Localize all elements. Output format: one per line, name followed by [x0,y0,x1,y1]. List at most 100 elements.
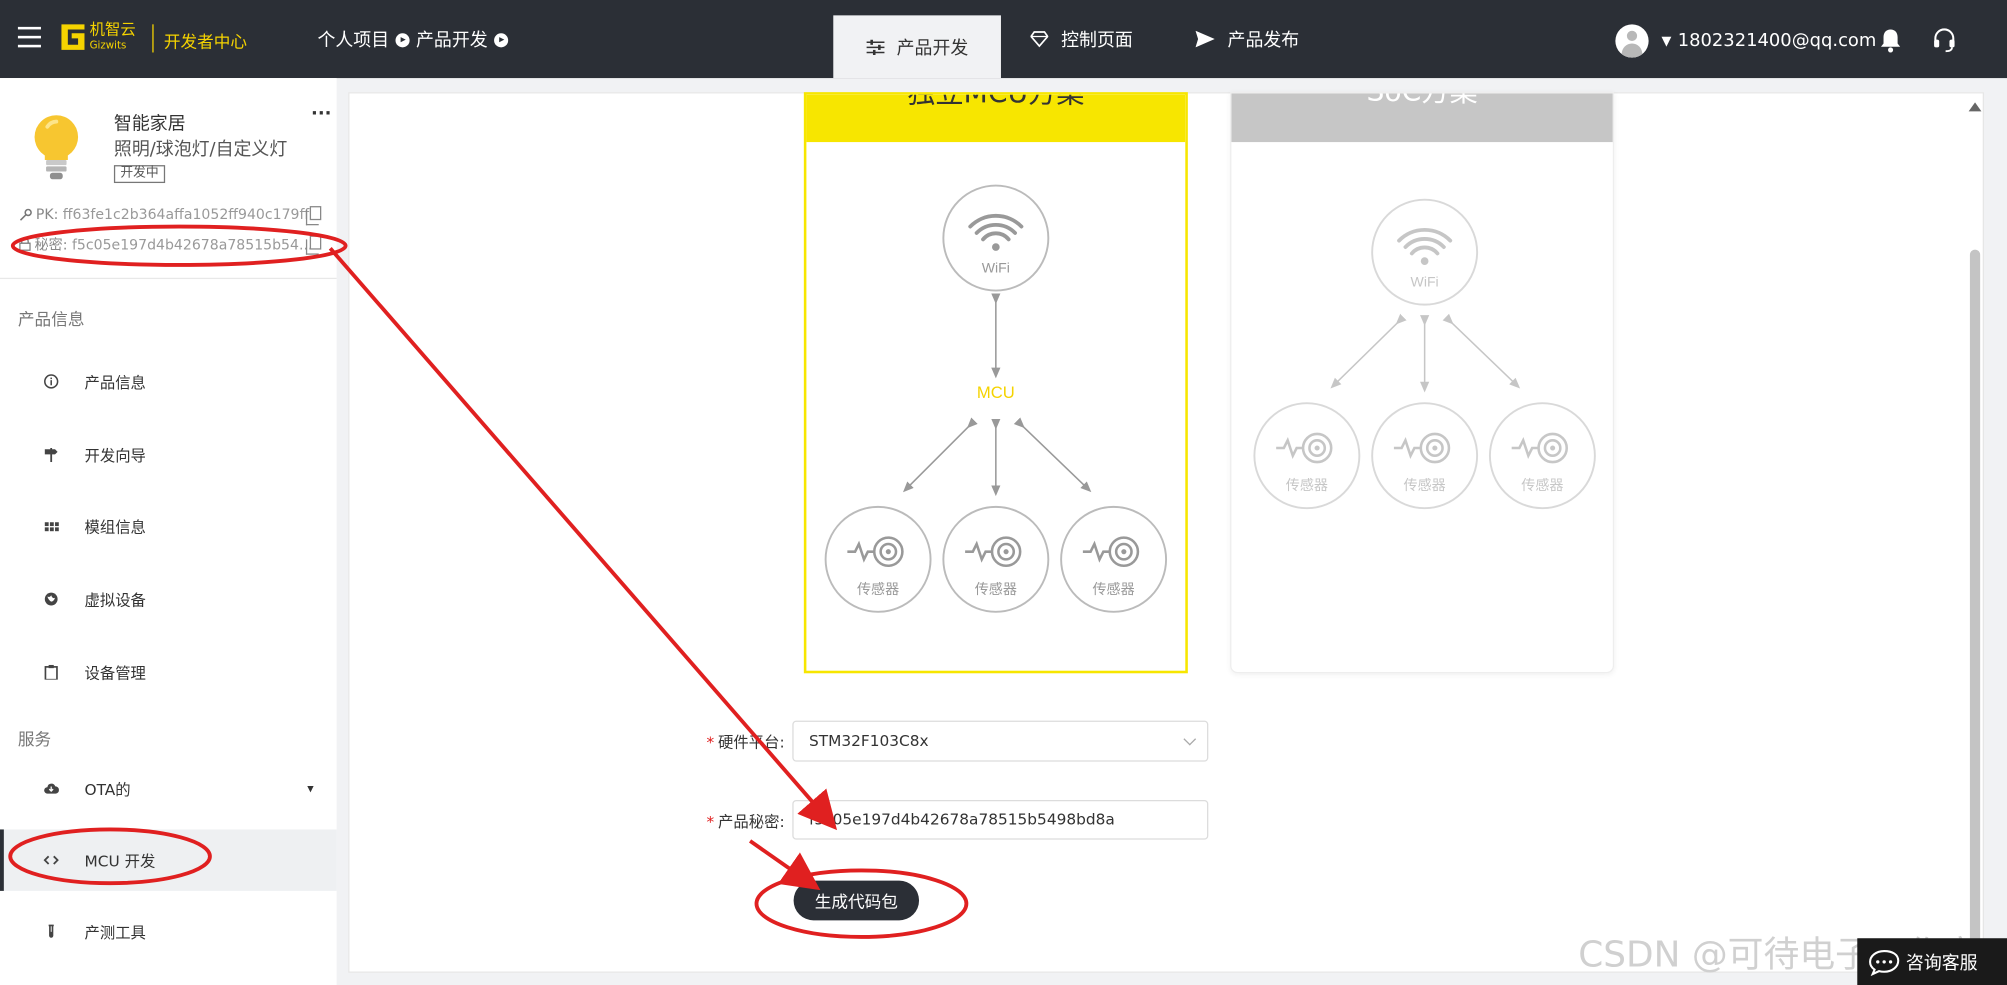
tab-label: 产品开发 [896,37,969,59]
product-secret-label: * 产品秘密: [706,812,785,831]
soc-plan-card[interactable]: SoC方案 WiFi 传感器 传感器 传感器 [1230,92,1615,674]
sidebar-item-label: 产测工具 [84,923,146,942]
gizwits-logo-icon [61,24,85,50]
hardware-platform-label: * 硬件平台: [706,733,785,752]
sidebar-item-label: 模组信息 [84,517,146,536]
secret-label: 秘密: [34,236,68,254]
portal-title: 开发者中心 [163,33,248,53]
cloud-icon [44,783,59,794]
wifi-sensor-arrow-left [1330,313,1407,389]
logo-text: 机智云 [89,20,136,39]
app-window: 机智云 Gizwits 开发者中心 个人项目 产品开发 产品开发 控制页面 产品… [0,0,2007,985]
chevron-down-icon[interactable]: ▾ [307,781,313,795]
product-secret-input[interactable]: f5c05e197d4b42678a78515b5498bd8a [792,800,1209,840]
breadcrumb-product-dev[interactable]: 产品开发 [416,27,488,53]
mcu-label: MCU [977,383,1015,402]
copy-secret-icon[interactable] [305,235,322,255]
hardware-platform-value: STM32F103C8x [808,732,929,751]
copy-pk-icon[interactable] [305,206,322,226]
secret-value: f5c05e197d4b42678a78515b54... [71,236,313,253]
user-menu[interactable]: ▼ 1802321400@qq.com [1615,24,1877,58]
sidebar-item-dev-guide[interactable]: 开发向导 [0,424,337,485]
info-icon [44,374,59,389]
scrollbar-thumb[interactable] [1969,249,1981,945]
breadcrumb-personal-projects[interactable]: 个人项目 [317,27,389,53]
sidebar-item-test-tool[interactable]: 产测工具 [0,901,337,962]
mcu-sensor-arrow-left [902,417,978,493]
sensor-node-3: 传感器 [1488,402,1596,510]
product-secret-row: 秘密: f5c05e197d4b42678a78515b54... [19,234,312,254]
product-category: 照明/球泡灯/自定义灯 [113,139,288,160]
sliders-icon [865,39,884,55]
sensor-node-3: 传感器 [1060,505,1168,613]
hardware-platform-select[interactable]: STM32F103C8x [792,720,1209,762]
sidebar-item-label: OTA的 [84,780,131,799]
sidebar: 智能家居 照明/球泡灯/自定义灯 开发中 ··· PK: ff63fe1c2b3… [0,78,337,985]
bell-icon[interactable] [1879,28,1902,53]
required-mark: * [706,733,715,752]
sidebar-item-virtual-device[interactable]: 虚拟设备 [0,568,337,629]
clipboard-icon [44,664,58,680]
breadcrumb: 个人项目 产品开发 [317,27,514,53]
tab-control-page[interactable]: 控制页面 [1030,0,1133,78]
pk-value: ff63fe1c2b364affa1052ff940c179ff [62,206,310,223]
lock-icon [19,238,31,251]
status-badge: 开发中 [113,165,166,184]
wifi-label: WiFi [1411,274,1439,290]
send-icon [1195,30,1215,48]
product-key-row: PK: ff63fe1c2b364affa1052ff940c179ff [19,206,309,223]
sidebar-item-device-mgmt[interactable]: 设备管理 [0,641,337,702]
signpost-icon [44,448,58,463]
customer-service-button[interactable]: 咨询客服 [1857,938,2007,985]
product-name: 智能家居 [113,113,186,135]
scroll-up-arrow-icon[interactable] [1968,102,1982,112]
grid-icon [44,522,59,532]
logo-divider [152,24,154,53]
required-mark: * [706,812,715,831]
wifi-sensor-arrow-right [1442,313,1521,389]
generate-code-package-button[interactable]: 生成代码包 [793,880,920,921]
sensor-node-2: 传感器 [1371,402,1479,510]
top-bar: 机智云 Gizwits 开发者中心 个人项目 产品开发 产品开发 控制页面 产品… [0,0,2007,79]
sensor-label: 传感器 [1404,477,1446,493]
soc-architecture-diagram: WiFi 传感器 传感器 传感器 [1253,198,1596,510]
sidebar-item-product-info[interactable]: 产品信息 [0,351,337,412]
pk-label: PK: [35,206,59,223]
key-icon [19,208,32,221]
sensor-node-1: 传感器 [824,505,932,613]
tab-label: 产品发布 [1227,30,1300,51]
tab-product-release[interactable]: 产品发布 [1195,0,1300,78]
sidebar-item-label: 开发向导 [84,446,146,464]
mcu-plan-card[interactable]: 独立MCU方案 WiFi MCU 传感器 传感器 传感器 [803,92,1188,674]
sidebar-item-label: MCU 开发 [84,851,156,870]
sidebar-item-ota[interactable]: OTA的 ▾ [0,758,337,819]
test-tube-icon [48,924,54,938]
avatar [1615,24,1649,58]
lightbulb-icon [34,115,79,180]
wifi-dot [992,243,1000,251]
sidebar-item-mcu-dev[interactable]: MCU 开发 [0,829,337,891]
tab-product-dev[interactable]: 产品开发 [833,15,1001,79]
sidebar-item-label: 虚拟设备 [84,590,146,609]
service-label: 咨询客服 [1905,952,1978,974]
caret-down-icon: ▼ [1661,33,1672,48]
sensor-node-2: 传感器 [942,505,1050,613]
section-product-info: 产品信息 [17,311,85,331]
headset-icon[interactable] [1932,27,1958,53]
chat-icon [1869,949,1900,976]
sensor-label: 传感器 [1092,581,1134,597]
more-options-icon[interactable]: ··· [311,104,331,124]
breadcrumb-arrow-icon [395,32,410,47]
diamond-icon [1030,31,1049,48]
section-service: 服务 [17,730,52,751]
sidebar-item-label: 产品信息 [84,373,146,392]
globe-icon [44,592,58,606]
sensor-label: 传感器 [857,581,899,597]
sensor-node-1: 传感器 [1253,402,1361,510]
user-email: 1802321400@qq.com [1677,30,1877,52]
hamburger-menu-icon[interactable] [17,26,41,48]
mcu-architecture-diagram: WiFi MCU 传感器 传感器 传感器 [824,184,1168,613]
code-icon [43,855,59,865]
sidebar-item-module-info[interactable]: 模组信息 [0,495,337,556]
chevron-down-icon [1183,732,1197,746]
